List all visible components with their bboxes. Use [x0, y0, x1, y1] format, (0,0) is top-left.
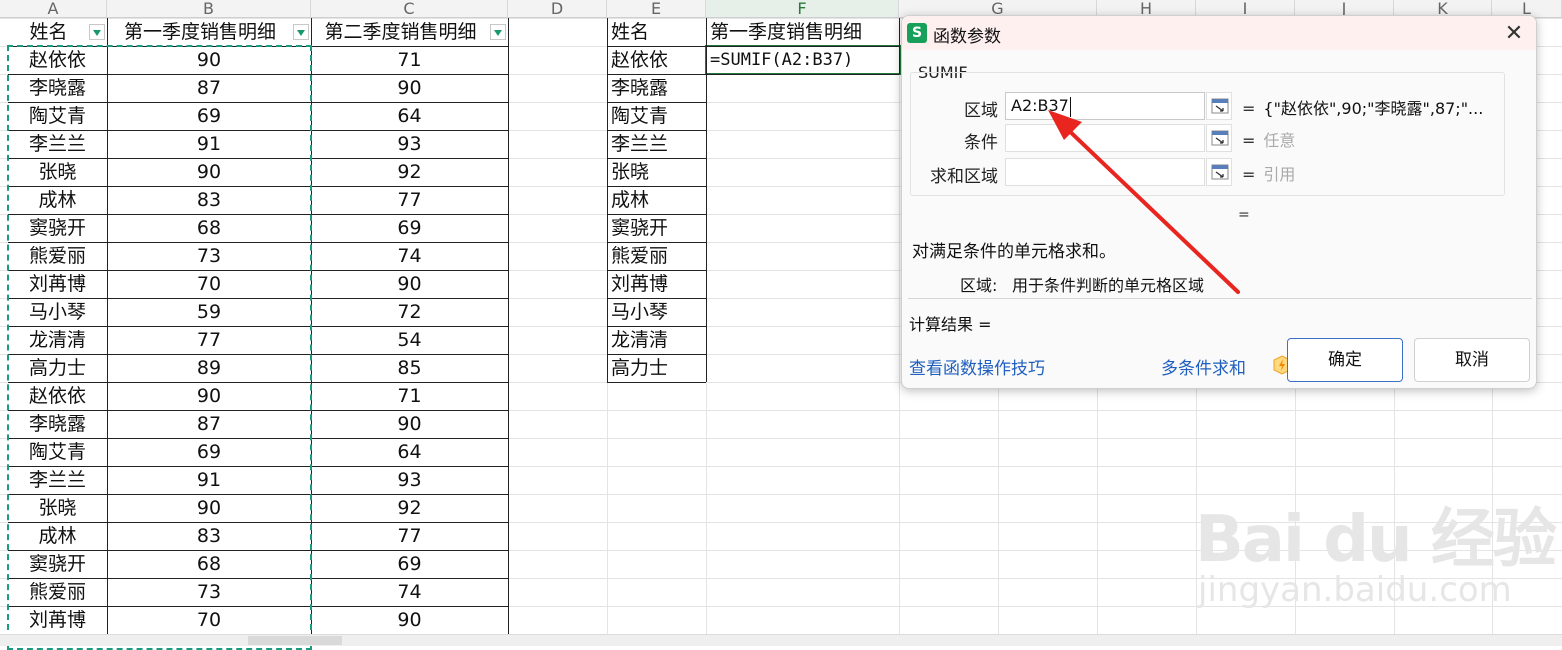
table1-cell[interactable]: 74	[311, 578, 508, 606]
baidu-watermark: Bai du 经验	[1195, 503, 1557, 577]
table2-header-cell[interactable]: 姓名	[607, 18, 706, 46]
table-border	[607, 130, 706, 131]
table2-name-cell[interactable]: 窦骁开	[607, 214, 706, 242]
wps-app-icon: S	[907, 23, 927, 43]
column-header-d[interactable]: D	[508, 0, 607, 18]
param-result: = 任意	[1242, 127, 1295, 151]
table-border	[607, 46, 899, 47]
table2-name-cell[interactable]: 马小琴	[607, 298, 706, 326]
dialog-titlebar[interactable]: S 函数参数 ✕	[902, 16, 1536, 50]
table1-header-cell[interactable]: 第二季度销售明细	[311, 18, 490, 46]
table1-cell[interactable]: 72	[311, 298, 508, 326]
param-label: 求和区域	[930, 167, 998, 187]
table1-cell[interactable]: 69	[311, 550, 508, 578]
table1-cell[interactable]: 90	[311, 270, 508, 298]
table2-name-cell[interactable]: 成林	[607, 186, 706, 214]
table1-header-cell[interactable]: 第一季度销售明细	[107, 18, 293, 46]
table-border	[607, 158, 706, 159]
param-label: 区域	[964, 101, 998, 121]
table-border	[607, 214, 706, 215]
table1-cell[interactable]: 85	[311, 354, 508, 382]
multi-condition-sum-link[interactable]: 多条件求和	[1161, 354, 1246, 379]
table2-name-cell[interactable]: 高力士	[607, 354, 706, 382]
table2-name-cell[interactable]: 张晓	[607, 158, 706, 186]
table1-cell[interactable]: 69	[311, 214, 508, 242]
table1-cell[interactable]: 93	[311, 466, 508, 494]
table2-name-cell[interactable]: 刘苒博	[607, 270, 706, 298]
table1-cell[interactable]: 71	[311, 46, 508, 74]
calc-result: 计算结果 =	[909, 315, 992, 334]
column-header-a[interactable]: A	[0, 0, 107, 18]
table1-header-cell[interactable]: 姓名	[8, 18, 89, 46]
param-result-text: 引用	[1263, 165, 1296, 184]
table-border	[607, 102, 706, 103]
param-result-text: 任意	[1263, 131, 1296, 150]
table1-cell[interactable]: 64	[311, 438, 508, 466]
table-border	[607, 18, 608, 382]
table-border	[706, 18, 707, 382]
table2-name-cell[interactable]: 李晓露	[607, 74, 706, 102]
table-border	[607, 354, 706, 355]
table2-header-cell[interactable]: 第一季度销售明细	[706, 18, 899, 46]
param-desc-label: 区域:	[960, 276, 998, 295]
table1-cell[interactable]: 90	[311, 410, 508, 438]
selection-marquee	[7, 45, 312, 650]
table1-cell[interactable]: 71	[311, 382, 508, 410]
column-header-e[interactable]: E	[607, 0, 706, 18]
filter-dropdown-icon[interactable]	[490, 24, 506, 40]
table1-cell[interactable]: 93	[311, 130, 508, 158]
watermark-url: jingyan.baidu.com	[1198, 570, 1512, 610]
function-tips-link[interactable]: 查看函数操作技巧	[909, 354, 1045, 379]
filter-dropdown-icon[interactable]	[293, 24, 309, 40]
close-icon[interactable]: ✕	[1500, 20, 1528, 48]
table1-cell[interactable]: 90	[311, 74, 508, 102]
table-border	[607, 186, 706, 187]
table1-cell[interactable]: 64	[311, 102, 508, 130]
table2-name-cell[interactable]: 熊爱丽	[607, 242, 706, 270]
table1-cell[interactable]: 92	[311, 158, 508, 186]
table-border	[607, 242, 706, 243]
ok-button[interactable]: 确定	[1287, 338, 1403, 382]
table-border	[899, 18, 900, 74]
column-header-c[interactable]: C	[311, 0, 508, 18]
table-border	[607, 298, 706, 299]
cancel-button[interactable]: 取消	[1414, 338, 1530, 382]
table2-name-cell[interactable]: 龙清清	[607, 326, 706, 354]
red-arrow-annotation	[1048, 110, 1240, 294]
param-result-text: {"赵依依",90;"李晓露",87;"...	[1263, 99, 1484, 118]
param-result: = {"赵依依",90;"李晓露",87;"...	[1242, 95, 1483, 119]
table2-name-cell[interactable]: 赵依依	[607, 46, 706, 74]
column-header-b[interactable]: B	[107, 0, 311, 18]
param-result: = 引用	[1242, 161, 1295, 185]
active-cell-outline	[705, 45, 901, 75]
scrollbar-thumb[interactable]	[248, 636, 342, 645]
table1-cell[interactable]: 90	[311, 606, 508, 634]
param-label: 条件	[964, 133, 998, 153]
table1-cell[interactable]: 74	[311, 242, 508, 270]
dialog-title: 函数参数	[933, 27, 1001, 47]
table1-cell[interactable]: 77	[311, 522, 508, 550]
table1-cell[interactable]: 92	[311, 494, 508, 522]
table2-name-cell[interactable]: 陶艾青	[607, 102, 706, 130]
filter-dropdown-icon[interactable]	[89, 24, 105, 40]
table2-name-cell[interactable]: 李兰兰	[607, 130, 706, 158]
table-border	[607, 270, 706, 271]
table-border	[607, 74, 899, 75]
column-header-f[interactable]: F	[706, 0, 899, 18]
table1-cell[interactable]: 54	[311, 326, 508, 354]
table-border	[607, 326, 706, 327]
table1-cell[interactable]: 77	[311, 186, 508, 214]
horizontal-scrollbar[interactable]	[0, 634, 1562, 646]
table-border	[607, 382, 706, 383]
table-border	[508, 18, 509, 645]
